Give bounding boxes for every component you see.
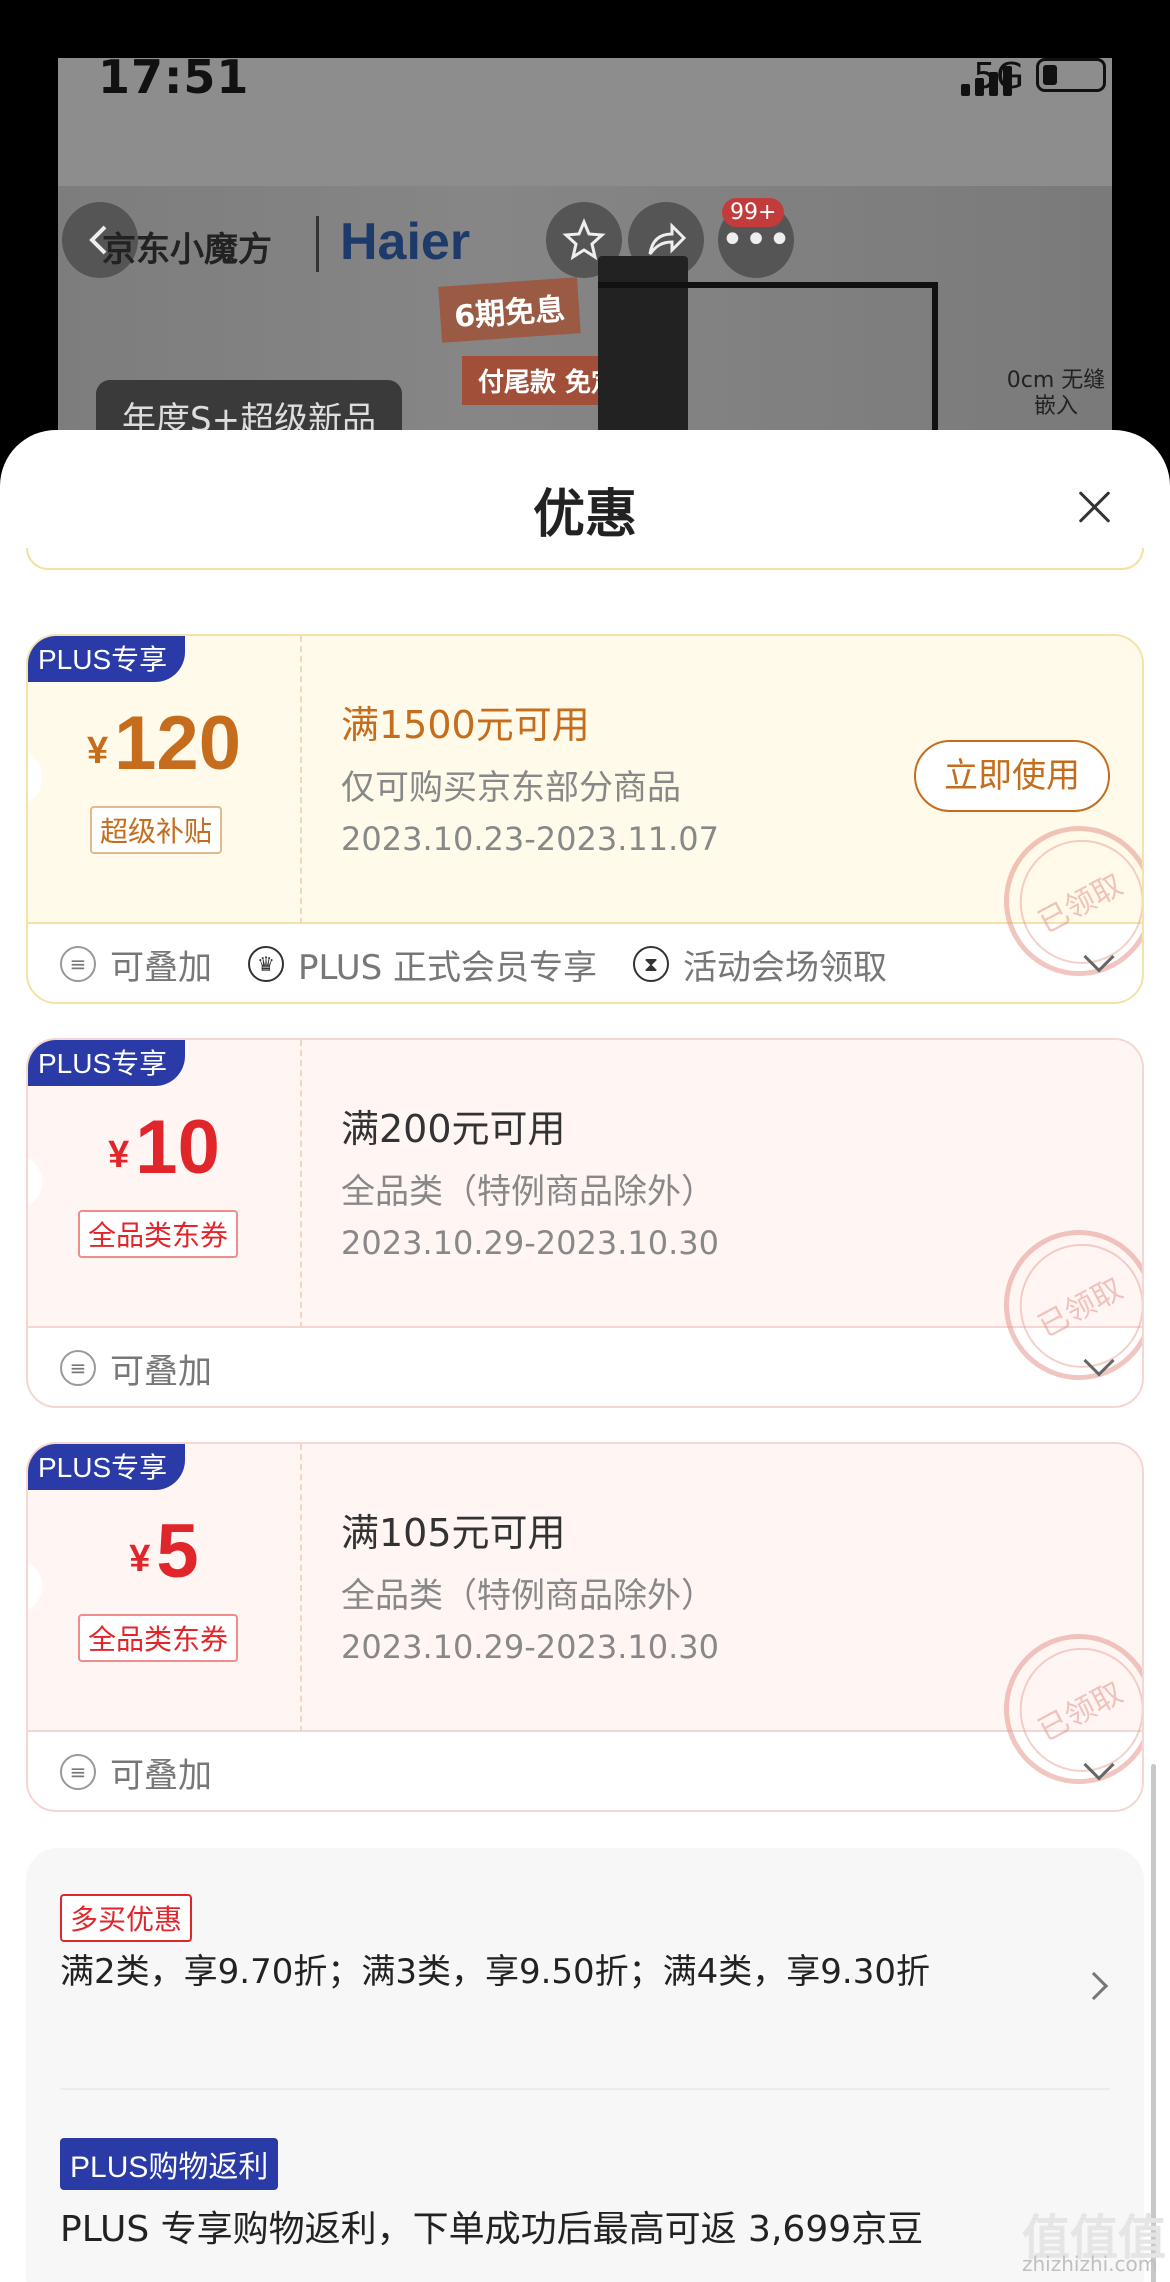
stackable-icon: ≡	[60, 1350, 96, 1386]
coupon-type-tag: 全品类东券	[78, 1614, 239, 1662]
status-bar: 17:51 5G	[58, 58, 1112, 186]
close-icon[interactable]	[1078, 490, 1112, 524]
haier-logo: Haier	[340, 213, 471, 271]
background-product-page: 17:51 5G 京东小魔方 Haier ••• 99+ 6期免息 付尾款 免定…	[58, 58, 1112, 478]
footer-label: 可叠加	[110, 1351, 212, 1392]
promotion-info: 多买优惠 满2类，享9.70折；满3类，享9.50折；满4类，享9.30折 PL…	[26, 1848, 1144, 2282]
previous-card-edge	[26, 548, 1144, 570]
brand-divider	[316, 216, 319, 272]
amount-value: 120	[114, 701, 241, 786]
divider	[60, 2088, 1110, 2090]
plus-exclusive-badge: PLUS专享	[28, 1040, 186, 1086]
coupon-footer[interactable]: ≡ 可叠加	[28, 1732, 1142, 1810]
promo-installment: 6期免息	[438, 277, 581, 343]
footer-label: 可叠加	[110, 1755, 212, 1796]
footer-item: ≡ 可叠加	[60, 1344, 212, 1393]
footer-item: ⧗ 活动会场领取	[633, 940, 887, 989]
use-now-button[interactable]: 立即使用	[914, 740, 1110, 812]
coupon-condition: 满1500元可用	[341, 703, 590, 747]
currency-symbol: ¥	[129, 1538, 151, 1580]
coupon-card[interactable]: ¥10 全品类东券 满200元可用 全品类（特例商品除外） 2023.10.29…	[26, 1038, 1144, 1408]
coupon-scope: 全品类（特例商品除外）	[341, 1172, 715, 1212]
battery-icon	[1036, 58, 1106, 92]
multi-buy-text[interactable]: 满2类，享9.70折；满3类，享9.50折；满4类，享9.30折	[60, 1952, 960, 1992]
coupon-card[interactable]: ¥5 全品类东券 满105元可用 全品类（特例商品除外） 2023.10.29-…	[26, 1442, 1144, 1812]
plus-rebate-text: PLUS 专享购物返利，下单成功后最高可返 3,699京豆	[60, 2209, 924, 2250]
coupon-type-tag: 全品类东券	[78, 1210, 239, 1258]
coupon-body: ¥120 超级补贴 满1500元可用 仅可购买京东部分商品 2023.10.23…	[28, 636, 1142, 1002]
footer-item: ♛ PLUS 正式会员专享	[248, 940, 597, 989]
coupon-scope: 仅可购买京东部分商品	[341, 768, 681, 808]
brand-logo: 京东小魔方	[102, 230, 272, 270]
currency-symbol: ¥	[108, 1134, 130, 1176]
coupon-amount: ¥120	[28, 700, 300, 787]
stackable-icon: ≡	[60, 946, 96, 982]
coupon-footer[interactable]: ≡ 可叠加 ♛ PLUS 正式会员专享 ⧗ 活动会场领取	[28, 924, 1142, 1002]
coupon-divider	[300, 1444, 302, 1732]
watermark-site: zhizhizhi.com	[1022, 2252, 1158, 2276]
coupon-footer[interactable]: ≡ 可叠加	[28, 1328, 1142, 1406]
coupon-amount: ¥5	[28, 1508, 300, 1595]
chevron-down-icon[interactable]	[1083, 941, 1115, 973]
chevron-down-icon[interactable]	[1083, 1749, 1115, 1781]
coupon-dates: 2023.10.23-2023.11.07	[341, 820, 719, 858]
coupon-body: ¥10 全品类东券 满200元可用 全品类（特例商品除外） 2023.10.29…	[28, 1040, 1142, 1406]
coupon-type-tag: 超级补贴	[90, 806, 223, 854]
fridge-outline	[598, 282, 938, 288]
coupon-divider	[300, 636, 302, 924]
chevron-down-icon[interactable]	[1083, 1345, 1115, 1377]
ticket-icon: ⧗	[633, 946, 670, 982]
multi-buy-badge: 多买优惠	[60, 1894, 193, 1942]
chevron-right-icon[interactable]	[1079, 1971, 1109, 2001]
plus-exclusive-badge: PLUS专享	[28, 636, 186, 682]
footer-label: 活动会场领取	[683, 947, 888, 988]
coupon-dates: 2023.10.29-2023.10.30	[341, 1224, 719, 1262]
amount-value: 5	[156, 1509, 199, 1594]
coupon-dates: 2023.10.29-2023.10.30	[341, 1628, 719, 1666]
stackable-icon: ≡	[60, 1754, 96, 1790]
coupon-amount: ¥10	[28, 1104, 300, 1191]
footer-label: 可叠加	[110, 947, 212, 988]
coupon-condition: 满105元可用	[341, 1511, 566, 1555]
sheet-title: 优惠	[532, 485, 637, 545]
footer-label: PLUS 正式会员专享	[298, 947, 598, 988]
coupon-body: ¥5 全品类东券 满105元可用 全品类（特例商品除外） 2023.10.29-…	[28, 1444, 1142, 1810]
coupon-card[interactable]: ¥120 超级补贴 满1500元可用 仅可购买京东部分商品 2023.10.23…	[26, 634, 1144, 1004]
crown-icon: ♛	[248, 946, 284, 982]
coupon-scope: 全品类（特例商品除外）	[341, 1576, 715, 1616]
currency-symbol: ¥	[87, 730, 109, 772]
plus-exclusive-badge: PLUS专享	[28, 1444, 186, 1490]
footer-item: ≡ 可叠加	[60, 1748, 212, 1797]
embed-text: 0cm 无缝嵌入	[1006, 368, 1106, 419]
coupon-condition: 满200元可用	[341, 1107, 566, 1151]
screen: 17:51 5G 京东小魔方 Haier ••• 99+ 6期免息 付尾款 免定…	[0, 0, 1170, 2282]
cart-count-badge: 99+	[722, 198, 785, 227]
amount-value: 10	[135, 1105, 220, 1190]
status-time: 17:51	[98, 58, 250, 104]
network-type: 5G	[973, 58, 1024, 97]
footer-item: ≡ 可叠加	[60, 940, 212, 989]
plus-rebate-badge: PLUS购物返利	[60, 2138, 279, 2190]
coupon-divider	[300, 1040, 302, 1328]
